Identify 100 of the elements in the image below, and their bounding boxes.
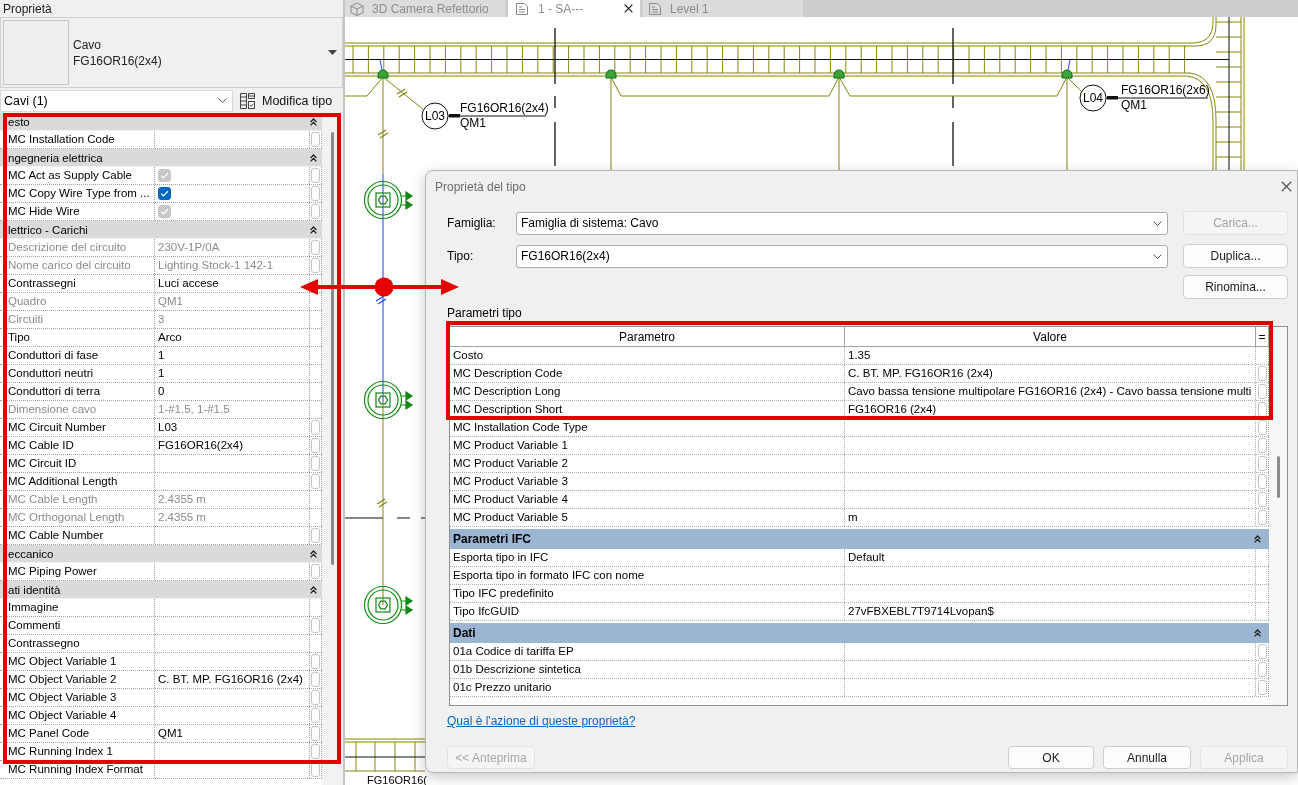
value-field[interactable]: 1	[155, 365, 310, 382]
panel-label: QM1	[1121, 98, 1147, 112]
marker-icon	[605, 69, 617, 79]
property-name: MC Additional Length	[0, 473, 155, 490]
property-name: Conduttori di terra	[0, 383, 155, 400]
circuit-number: L03	[425, 109, 445, 123]
property-name: MC Act as Supply Cable	[0, 167, 155, 184]
group-label: ati identità	[8, 583, 61, 596]
value-field: 1-#1.5, 1-#1.5	[155, 401, 310, 418]
parameter-name: Tipo IFC predefinito	[450, 585, 845, 602]
collapse-icon[interactable]	[310, 225, 317, 234]
collapse-icon[interactable]	[310, 153, 317, 162]
value-field[interactable]: Arco	[155, 329, 310, 346]
collapse-icon[interactable]	[1254, 629, 1261, 637]
dialog-button[interactable]: Annulla	[1103, 746, 1191, 769]
parameter-name: Costo	[450, 347, 845, 364]
tag-circle	[1079, 84, 1107, 112]
property-name: Contrassegno	[0, 635, 155, 652]
collapse-icon[interactable]	[310, 549, 317, 558]
value-field[interactable]: 27vFBXEBL7T9714Lvopan$	[845, 603, 1256, 620]
parameter-name: MC Product Variable 3	[450, 473, 845, 490]
group-label: Parametri IFC	[453, 532, 532, 546]
dot-icon	[374, 277, 394, 297]
view-tab[interactable]: 1 - SA---	[508, 0, 640, 17]
value-field[interactable]: m	[845, 509, 1256, 526]
hash-mark-icon	[376, 498, 388, 508]
property-grid-icon	[240, 92, 255, 109]
hash-mark-icon	[377, 129, 389, 139]
fixture-symbol-icon	[363, 380, 414, 420]
value-field[interactable]: QM1	[155, 725, 310, 742]
chevron-down-icon[interactable]	[1153, 253, 1162, 259]
help-link[interactable]: Qual è l'azione di queste proprietà?	[447, 714, 636, 728]
value-field: 230V-1P/0A	[155, 239, 310, 256]
scrollbar-thumb[interactable]	[331, 132, 334, 565]
type-category: Cavo	[73, 37, 101, 52]
column-header: Parametro	[450, 327, 845, 346]
dialog-button[interactable]: Duplica...	[1183, 244, 1288, 268]
property-name: Commenti	[0, 617, 155, 634]
value-field[interactable]: 1.35	[845, 347, 1256, 364]
fixture-symbol-icon	[363, 585, 414, 625]
property-name: MC Hide Wire	[0, 203, 155, 220]
group-label: esto	[8, 115, 30, 128]
checkbox[interactable]	[158, 187, 171, 200]
property-name: MC Object Variable 2	[0, 671, 155, 688]
parameter-button[interactable]	[1257, 402, 1267, 417]
property-name: MC Running Index Format	[0, 761, 155, 778]
collapse-icon[interactable]	[310, 585, 317, 594]
dialog-button[interactable]: OK	[1008, 746, 1094, 769]
parameter-button[interactable]	[311, 762, 320, 777]
parameter-name: Tipo IfcGUID	[450, 603, 845, 620]
panel-title: Proprietà	[3, 1, 52, 16]
group-label: Dati	[453, 626, 476, 640]
collapse-icon[interactable]	[1254, 535, 1261, 543]
value-field[interactable]: 0	[155, 383, 310, 400]
property-name: Nome carico del circuito	[0, 257, 155, 274]
group-label: eccanico	[8, 547, 54, 560]
family-dropdown[interactable]: Famiglia di sistema: Cavo	[516, 211, 1168, 235]
tag-circle	[421, 102, 449, 130]
value-field[interactable]: FG16OR16 (2x4)	[845, 401, 1256, 418]
parameter-name: MC Product Variable 4	[450, 491, 845, 508]
document-icon	[515, 1, 529, 16]
property-name: MC Orthogonal Length	[0, 509, 155, 526]
property-name: MC Piping Power	[0, 563, 155, 580]
document-icon	[648, 1, 662, 16]
value-field[interactable]: Default	[845, 549, 1256, 566]
value-field[interactable]: 1	[155, 347, 310, 364]
fixture-symbol-icon	[363, 180, 414, 220]
value-field: 2.4355 m	[155, 491, 310, 508]
hash-mark-icon	[396, 88, 408, 98]
close-icon[interactable]	[624, 4, 633, 13]
property-name: MC Object Variable 3	[0, 689, 155, 706]
scrollbar[interactable]	[1269, 327, 1287, 705]
scrollbar-thumb[interactable]	[1276, 456, 1280, 498]
parameter-name: Esporta tipo in IFC	[450, 549, 845, 566]
property-name: MC Object Variable 1	[0, 653, 155, 670]
dialog-button[interactable]: Rinomina...	[1183, 275, 1288, 299]
property-name: MC Installation Code	[0, 131, 155, 148]
edit-type-button[interactable]: Modifica tipo	[238, 89, 335, 112]
value-field[interactable]: C. BT. MP. FG16OR16 (2x4)	[845, 365, 1256, 382]
chevron-down-icon[interactable]	[1153, 220, 1162, 226]
parameter-name: 01a Codice di tariffa EP	[450, 643, 845, 660]
value-field[interactable]: Cavo bassa tensione multipolare FG16OR16 (2x4) - Cavo bassa tensione multi	[845, 383, 1256, 400]
type-selector[interactable]: Cavo FG16OR16(2x4)	[0, 17, 343, 88]
field-label: Tipo:	[447, 249, 474, 263]
type-dropdown[interactable]: FG16OR16(2x4)	[516, 244, 1168, 268]
cable-label: FG16OR16(2x4)	[460, 101, 549, 115]
value-field[interactable]: C. BT. MP. FG16OR16 (2x4)	[155, 671, 310, 688]
property-name: Descrizione del circuito	[0, 239, 155, 256]
close-icon[interactable]	[1281, 181, 1292, 192]
caret-down-icon[interactable]	[328, 50, 337, 55]
collapse-icon[interactable]	[310, 117, 317, 126]
property-name: MC Cable ID	[0, 437, 155, 454]
filter-dropdown[interactable]: Cavi (1)	[0, 89, 233, 112]
group-label: ngegneria elettrica	[8, 151, 103, 164]
value-field[interactable]: FG16OR16(2x4)	[155, 437, 310, 454]
chevron-down-icon[interactable]	[218, 98, 227, 103]
property-name: MC Panel Code	[0, 725, 155, 742]
marker-icon	[1061, 69, 1073, 79]
dialog-button: Carica...	[1183, 211, 1288, 235]
value-field[interactable]: L03	[155, 419, 310, 436]
